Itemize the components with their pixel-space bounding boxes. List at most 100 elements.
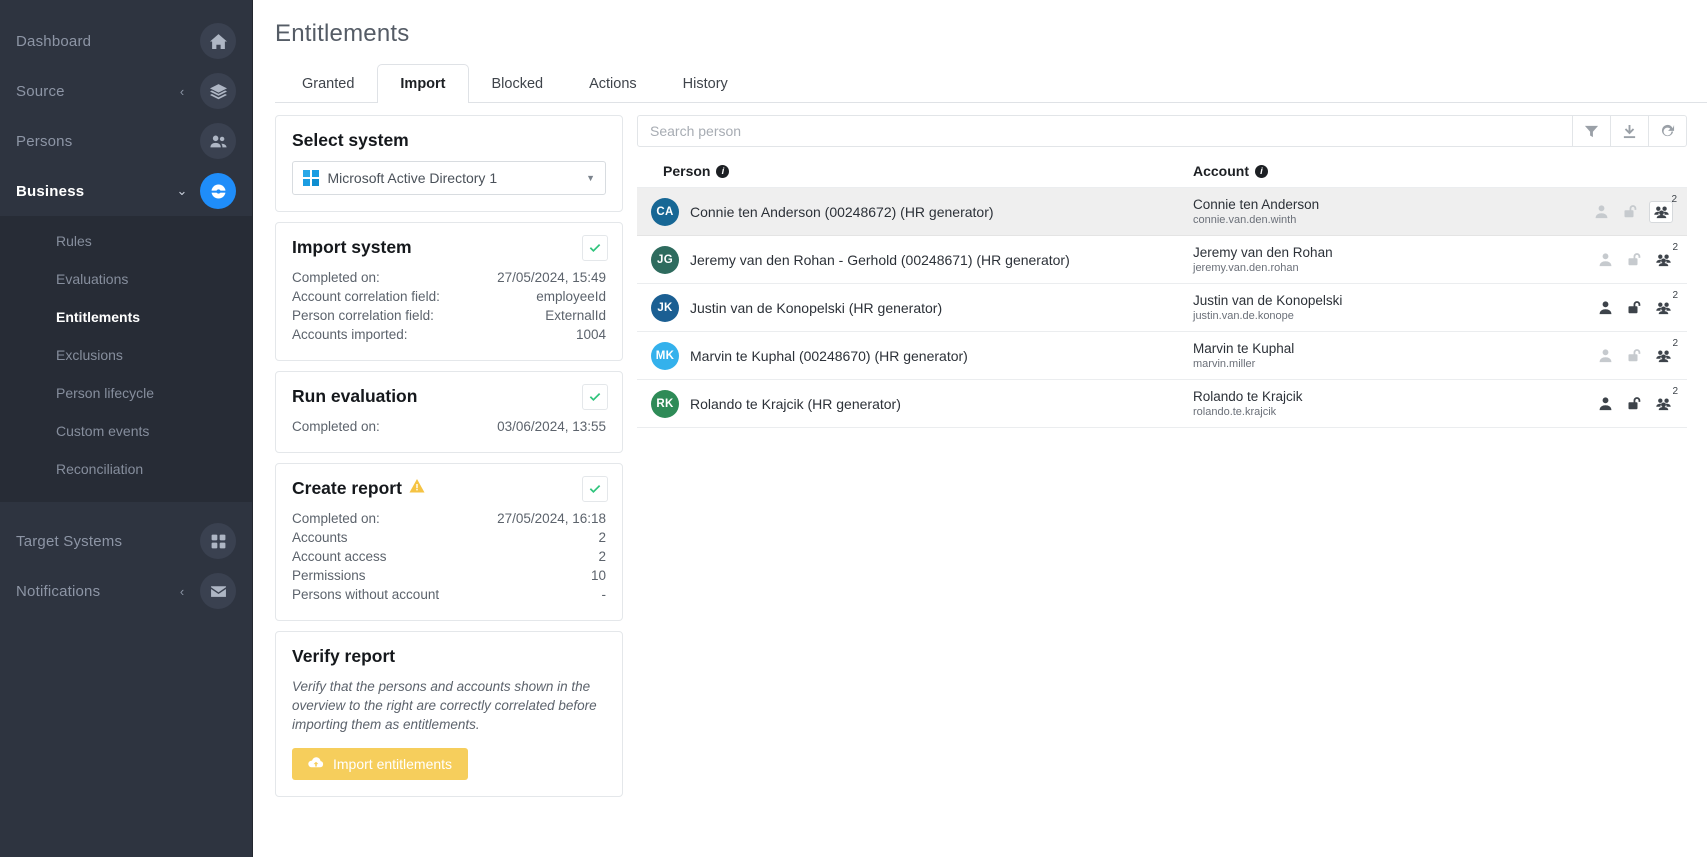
account-name: Connie ten Anderson — [1193, 197, 1569, 213]
group-icon[interactable]: 2 — [1653, 298, 1673, 318]
persons-table: CA Connie ten Anderson (00248672) (HR ge… — [637, 187, 1687, 428]
table-row[interactable]: JG Jeremy van den Rohan - Gerhold (00248… — [637, 236, 1687, 284]
tab-granted[interactable]: Granted — [279, 64, 377, 103]
sidebar-subitem-custom-events[interactable]: Custom events — [0, 412, 252, 450]
detail-label: Accounts imported: — [292, 326, 408, 343]
run-evaluation-rows: Completed on: 03/06/2024, 13:55 — [292, 417, 606, 436]
table-row[interactable]: CA Connie ten Anderson (00248672) (HR ge… — [637, 188, 1687, 236]
unlock-icon[interactable] — [1624, 394, 1644, 414]
table-header: Person i Account i — [637, 147, 1687, 187]
detail-value: employeeId — [536, 288, 606, 305]
import-entitlements-button[interactable]: Import entitlements — [292, 748, 468, 780]
account-name: Marvin te Kuphal — [1193, 341, 1569, 357]
detail-value: 2 — [598, 529, 606, 546]
person-row-icon[interactable] — [1591, 202, 1611, 222]
detail-row: Completed on: 03/06/2024, 13:55 — [292, 417, 606, 436]
card-select-system: Select system Microsoft Active Directory… — [275, 115, 623, 212]
person-row-icon[interactable] — [1595, 298, 1615, 318]
create-report-title: Create report — [292, 478, 606, 499]
person-name: Marvin te Kuphal (00248670) (HR generato… — [690, 348, 968, 364]
chevron-left-icon[interactable]: ‹ — [176, 84, 188, 99]
detail-row: Account access 2 — [292, 547, 606, 566]
grid-icon[interactable] — [200, 523, 236, 559]
person-row-icon[interactable] — [1595, 250, 1615, 270]
sidebar-subitem-rules[interactable]: Rules — [0, 222, 252, 260]
detail-label: Accounts — [292, 529, 348, 546]
tab-actions[interactable]: Actions — [566, 64, 660, 103]
briefcase-icon[interactable] — [200, 173, 236, 209]
detail-label: Persons without account — [292, 586, 439, 603]
account-cell: Connie ten Anderson connie.van.den.winth — [1185, 197, 1569, 227]
sidebar-top-spacer — [0, 0, 252, 16]
sidebar-item-target-systems[interactable]: Target Systems — [0, 516, 252, 566]
person-row-icon[interactable] — [1595, 346, 1615, 366]
envelope-icon[interactable] — [200, 573, 236, 609]
detail-label: Completed on: — [292, 510, 380, 527]
sidebar-item-persons[interactable]: Persons — [0, 116, 252, 166]
filter-icon[interactable] — [1573, 115, 1611, 147]
sidebar-subitem-person-lifecycle[interactable]: Person lifecycle — [0, 374, 252, 412]
column-header-account-label: Account — [1193, 163, 1249, 179]
account-cell: Rolando te Krajcik rolando.te.krajcik — [1185, 389, 1569, 419]
download-icon[interactable] — [1611, 115, 1649, 147]
sidebar-item-dashboard[interactable]: Dashboard — [0, 16, 252, 66]
sidebar-item-business[interactable]: Business ⌄ — [0, 166, 252, 216]
import-system-rows: Completed on: 27/05/2024, 15:49 Account … — [292, 268, 606, 344]
sidebar-item-source[interactable]: Source ‹ — [0, 66, 252, 116]
card-import-system: Import system Completed on: 27/05/2024, … — [275, 222, 623, 361]
detail-label: Completed on: — [292, 269, 380, 286]
group-icon[interactable]: 2 — [1653, 250, 1673, 270]
tab-blocked[interactable]: Blocked — [469, 64, 567, 103]
table-row[interactable]: MK Marvin te Kuphal (00248670) (HR gener… — [637, 332, 1687, 380]
create-report-status — [582, 476, 608, 502]
info-icon[interactable]: i — [716, 165, 729, 178]
column-header-person[interactable]: Person i — [637, 163, 1185, 179]
person-cell: CA Connie ten Anderson (00248672) (HR ge… — [637, 198, 1185, 226]
tab-history[interactable]: History — [660, 64, 751, 103]
run-evaluation-status — [582, 384, 608, 410]
sidebar-item-label: Notifications — [16, 583, 176, 600]
unlock-icon[interactable] — [1624, 250, 1644, 270]
sidebar-subitem-exclusions[interactable]: Exclusions — [0, 336, 252, 374]
unlock-icon[interactable] — [1620, 202, 1640, 222]
sidebar-subitem-entitlements[interactable]: Entitlements — [0, 298, 252, 336]
person-row-icon[interactable] — [1595, 394, 1615, 414]
people-icon[interactable] — [200, 123, 236, 159]
sidebar-submenu: RulesEvaluationsEntitlementsExclusionsPe… — [0, 216, 252, 502]
info-icon[interactable]: i — [1255, 165, 1268, 178]
row-actions: 2 — [1569, 298, 1687, 318]
tab-import[interactable]: Import — [377, 64, 468, 103]
avatar: JG — [651, 246, 679, 274]
sidebar-subitem-evaluations[interactable]: Evaluations — [0, 260, 252, 298]
chevron-down-icon[interactable]: ⌄ — [176, 183, 188, 199]
sidebar-item-notifications[interactable]: Notifications ‹ — [0, 566, 252, 616]
content-area: Select system Microsoft Active Directory… — [253, 103, 1707, 807]
unlock-icon[interactable] — [1624, 346, 1644, 366]
table-row[interactable]: RK Rolando te Krajcik (HR generator) Rol… — [637, 380, 1687, 428]
table-row[interactable]: JK Justin van de Konopelski (HR generato… — [637, 284, 1687, 332]
account-name: Justin van de Konopelski — [1193, 293, 1569, 309]
sidebar-item-label: Source — [16, 83, 176, 100]
group-icon[interactable]: 2 — [1653, 394, 1673, 414]
group-count-badge: 2 — [1671, 195, 1677, 205]
refresh-icon[interactable] — [1649, 115, 1687, 147]
group-icon[interactable]: 2 — [1649, 201, 1673, 223]
windows-icon — [303, 170, 319, 186]
sidebar: Dashboard Source ‹ Persons Business ⌄ Ru… — [0, 0, 253, 857]
column-header-account[interactable]: Account i — [1185, 163, 1687, 179]
home-icon[interactable] — [200, 23, 236, 59]
sidebar-subitem-reconciliation[interactable]: Reconciliation — [0, 450, 252, 488]
app-root: Dashboard Source ‹ Persons Business ⌄ Ru… — [0, 0, 1707, 857]
group-icon[interactable]: 2 — [1653, 346, 1673, 366]
row-actions: 2 — [1569, 201, 1687, 223]
detail-row: Accounts 2 — [292, 528, 606, 547]
import-system-status — [582, 235, 608, 261]
chevron-left-icon[interactable]: ‹ — [176, 584, 188, 599]
detail-value: 27/05/2024, 16:18 — [497, 510, 606, 527]
layers-icon[interactable] — [200, 73, 236, 109]
avatar: RK — [651, 390, 679, 418]
unlock-icon[interactable] — [1624, 298, 1644, 318]
search-input[interactable] — [637, 115, 1573, 147]
system-select[interactable]: Microsoft Active Directory 1 ▼ — [292, 161, 606, 195]
group-count-badge: 2 — [1672, 291, 1678, 301]
